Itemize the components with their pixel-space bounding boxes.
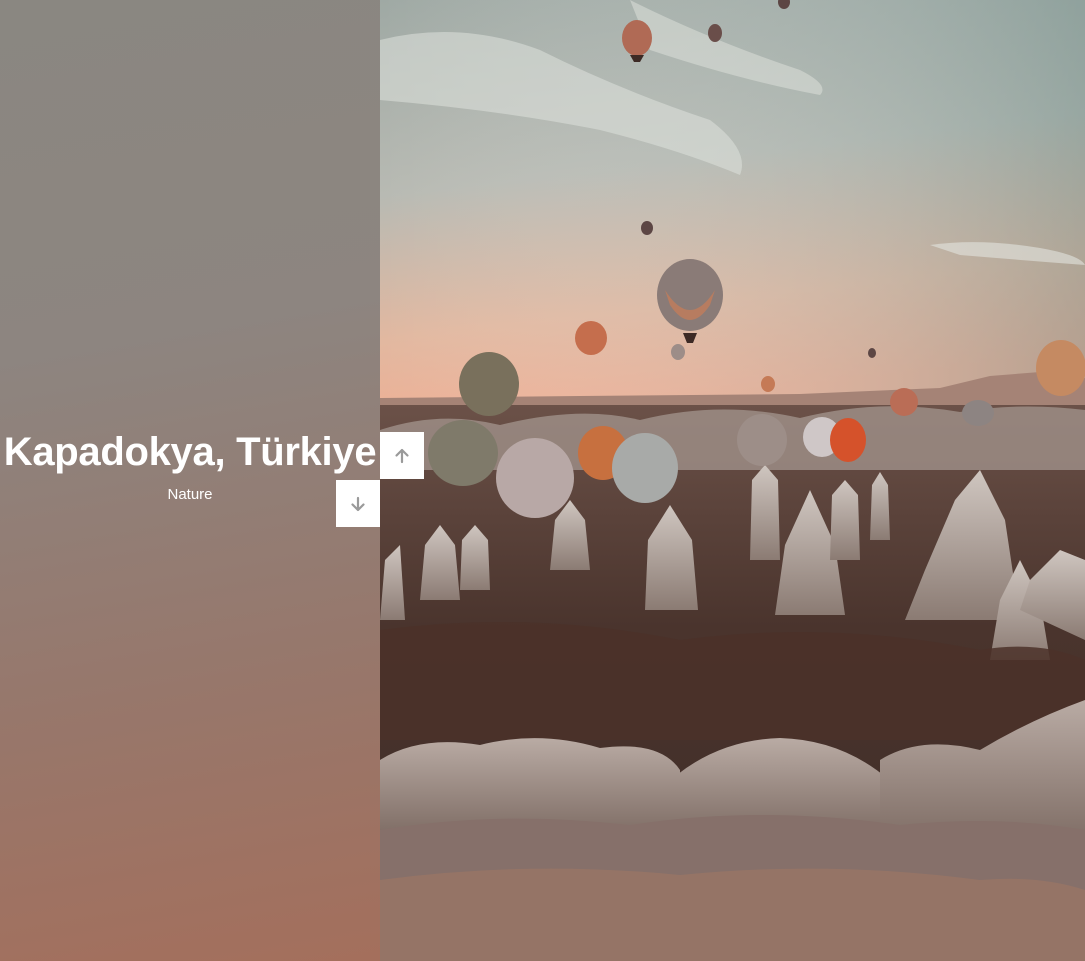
arrow-down-icon — [351, 496, 365, 511]
slide-caption: Kapadokya, Türkiye Nature — [0, 428, 380, 504]
slide-up-button[interactable] — [380, 432, 424, 479]
cappadocia-photo — [380, 0, 1085, 961]
slide-category: Nature — [167, 486, 213, 503]
slide-down-button[interactable] — [336, 480, 380, 527]
slide-image — [380, 0, 1085, 961]
arrow-up-icon — [395, 448, 409, 463]
slide-title: Kapadokya, Türkiye — [3, 430, 377, 474]
content-panel: Kapadokya, Türkiye Nature — [0, 0, 380, 961]
slider-stage: Kapadokya, Türkiye Nature — [0, 0, 1085, 961]
